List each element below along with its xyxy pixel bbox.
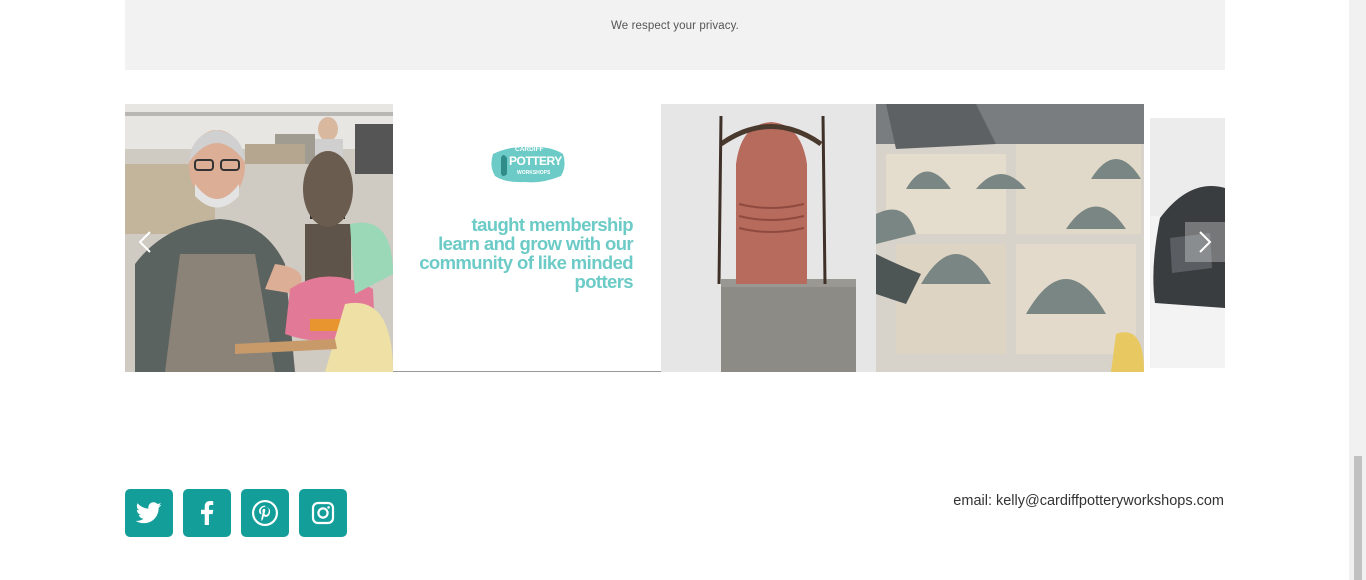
logo-line3: WORKSHOPS: [517, 170, 551, 176]
promo-line: potters: [574, 271, 634, 292]
twitter-button[interactable]: [125, 489, 173, 537]
instagram-button[interactable]: [299, 489, 347, 537]
instagram-icon: [311, 501, 335, 525]
carousel-next-button[interactable]: [1185, 222, 1225, 262]
image-carousel[interactable]: CARDIFF POTTERY WORKSHOPS taught members…: [125, 104, 1225, 372]
logo-line2: POTTERY: [509, 154, 562, 168]
clay-domes-photo: [876, 104, 1144, 372]
carousel-prev-button[interactable]: [125, 222, 165, 262]
social-links: [125, 489, 347, 537]
chevron-left-icon: [138, 231, 151, 253]
gallery-image-clay-domes[interactable]: [876, 104, 1144, 372]
facebook-button[interactable]: [183, 489, 231, 537]
contact-email: email: kelly@cardiffpotteryworkshops.com: [953, 493, 1224, 509]
twitter-icon: [136, 502, 162, 524]
promo-line: community of like minded: [419, 252, 633, 273]
email-label: email:: [953, 493, 992, 509]
pinterest-button[interactable]: [241, 489, 289, 537]
promo-line: taught membership: [471, 214, 634, 235]
potter-bust-photo: [125, 104, 393, 372]
gallery-image-potter-bust[interactable]: [125, 104, 393, 372]
pinterest-icon: [252, 500, 278, 526]
gallery-image-ceramic-sculpture[interactable]: [661, 104, 876, 372]
chevron-right-icon: [1199, 231, 1212, 253]
promo-text: taught membership learn and grow with ou…: [393, 215, 633, 291]
logo-line1: CARDIFF: [515, 146, 544, 153]
ceramic-sculpture-photo: [661, 104, 876, 372]
cardiff-pottery-logo: CARDIFF POTTERY WORKSHOPS: [489, 144, 567, 184]
promo-line: learn and grow with our: [438, 233, 633, 254]
facebook-icon: [201, 501, 214, 525]
privacy-note: We respect your privacy.: [611, 20, 739, 32]
newsletter-panel: We respect your privacy.: [125, 0, 1225, 70]
page: We respect your privacy. CARDIFF POTTERY…: [0, 0, 1349, 580]
scrollbar-thumb[interactable]: [1354, 456, 1362, 580]
email-link[interactable]: kelly@cardiffpotteryworkshops.com: [996, 493, 1224, 509]
page-scrollbar[interactable]: [1349, 0, 1366, 580]
gallery-promo-card[interactable]: CARDIFF POTTERY WORKSHOPS taught members…: [393, 104, 661, 372]
